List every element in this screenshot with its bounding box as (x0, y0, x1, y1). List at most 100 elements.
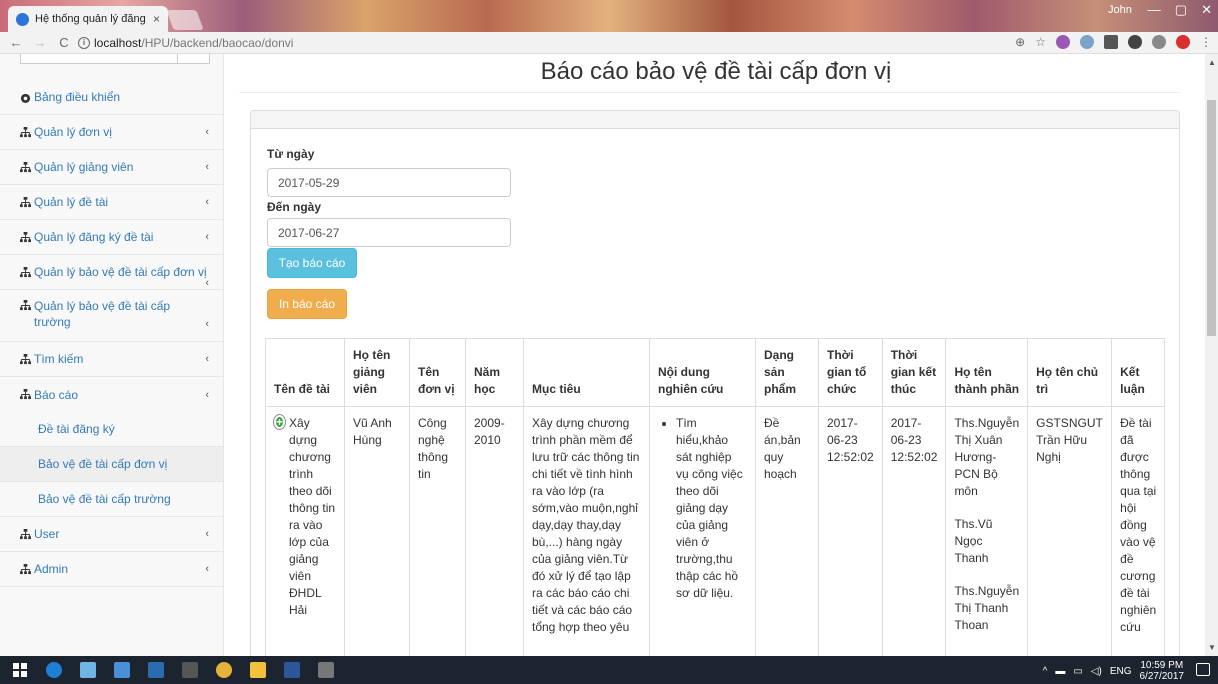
notifications-icon[interactable] (1196, 663, 1210, 676)
sidebar-item-lecturers[interactable]: Quản lý giảng viên ‹ (0, 150, 223, 185)
scroll-up-icon[interactable]: ▲ (1208, 58, 1216, 67)
sidebar-subitem-school-defense-report[interactable]: Bảo vệ đề tài cấp trường (0, 482, 223, 517)
maximize-icon[interactable]: ▢ (1175, 2, 1187, 18)
sidebar-item-label: Tìm kiếm (34, 352, 84, 366)
sitemap-icon (20, 266, 31, 277)
column-header[interactable]: Họ tên chủ trì (1027, 338, 1113, 407)
sidebar-item-admin[interactable]: Admin ‹ (0, 552, 223, 587)
sidebar-subitem-label: Đề tài đăng ký (38, 422, 115, 436)
close-window-icon[interactable]: ✕ (1201, 2, 1212, 18)
column-header[interactable]: Năm học (465, 338, 524, 407)
app-icon[interactable] (80, 662, 96, 678)
sitemap-icon (20, 563, 31, 574)
column-header[interactable]: Dạng sản phẩm (755, 338, 819, 407)
clock[interactable]: 10:59 PM 6/27/2017 (1140, 660, 1185, 682)
window-controls: — ▢ ✕ (1148, 2, 1212, 18)
scrollbar-thumb[interactable] (1207, 100, 1216, 336)
sidebar-item-reports[interactable]: Báo cáo ‹ (0, 377, 223, 412)
taskbar: ^ ▬ ▭ ◁) ENG 10:59 PM 6/27/2017 (0, 656, 1218, 684)
sidebar-item-school-defense[interactable]: Quản lý bảo vệ đề tài cấp trường ‹ (0, 290, 223, 342)
print-report-button[interactable]: In báo cáo (267, 289, 347, 319)
sitemap-icon (20, 528, 31, 539)
window-user[interactable]: John (1108, 4, 1132, 16)
create-report-button[interactable]: Tạo báo cáo (267, 248, 357, 278)
sidebar-item-search[interactable]: Tìm kiếm ‹ (0, 342, 223, 377)
extension-icon[interactable] (1128, 35, 1142, 49)
sidebar-item-dashboard[interactable]: Bảng điều khiển (0, 80, 223, 115)
column-header[interactable]: Thời gian kết thúc (881, 338, 947, 407)
menu-icon[interactable]: ⋮ (1200, 35, 1212, 49)
volume-icon[interactable]: ◁) (1091, 666, 1102, 677)
sidebar-subitem-unit-defense-report[interactable]: Bảo vệ đề tài cấp đơn vị (0, 447, 223, 482)
zoom-icon[interactable]: ⊕ (1015, 35, 1025, 49)
language-indicator[interactable]: ENG (1110, 666, 1132, 677)
report-table: Tên đề tài Họ tên giảng viên Tên đơn vị … (265, 338, 1166, 656)
chevron-up-icon[interactable]: ^ (1043, 666, 1048, 677)
expand-row-icon[interactable]: + (274, 415, 286, 429)
sidebar-search[interactable] (20, 54, 210, 64)
star-icon[interactable]: ☆ (1035, 35, 1046, 49)
sidebar-item-topic-registration[interactable]: Quản lý đăng ký đề tài ‹ (0, 220, 223, 255)
sidebar-subitem-registered-topics[interactable]: Đề tài đăng ký (0, 412, 223, 447)
sidebar-item-label: Bảng điều khiển (34, 90, 121, 104)
vertical-scrollbar[interactable]: ▲ ▼ (1205, 54, 1218, 656)
extension-icon[interactable] (1152, 35, 1166, 49)
extension-icon[interactable] (1080, 35, 1094, 49)
network-icon[interactable]: ▭ (1073, 666, 1082, 677)
column-header[interactable]: Tên đơn vị (409, 338, 466, 407)
app-icon[interactable] (318, 662, 334, 678)
cell-objective: Xây dựng chương trình phần mềm để lưu tr… (523, 406, 650, 656)
sidebar-item-user[interactable]: User ‹ (0, 517, 223, 552)
minimize-icon[interactable]: — (1148, 2, 1161, 18)
browser-tab-bar: Hệ thống quản lý đăng k × John — ▢ ✕ (0, 0, 1218, 32)
to-date-input[interactable]: 2017-06-27 (267, 218, 511, 247)
app-icon[interactable] (182, 662, 198, 678)
adblock-icon[interactable] (1176, 35, 1190, 49)
reload-icon[interactable]: C (56, 35, 72, 50)
column-header[interactable]: Kết luận (1111, 338, 1166, 407)
word-icon[interactable] (284, 662, 300, 678)
column-header[interactable]: Mục tiêu (523, 338, 650, 407)
sidebar-item-units[interactable]: Quản lý đơn vị ‹ (0, 115, 223, 150)
search-button[interactable] (177, 54, 209, 63)
new-tab-button[interactable] (166, 10, 204, 30)
chrome-icon[interactable] (216, 662, 232, 678)
tab-close-icon[interactable]: × (153, 12, 160, 26)
from-date-input[interactable]: 2017-05-29 (267, 168, 511, 197)
cell-topic-name: + Xây dựng chương trình theo dõi thông t… (265, 406, 345, 656)
app-icon[interactable] (148, 662, 164, 678)
cell-members: Ths.Nguyễn Thị Xuân Hương-PCN Bộ môn Ths… (945, 406, 1029, 656)
panel-heading (251, 111, 1179, 129)
mail-icon[interactable] (114, 662, 130, 678)
site-info-icon[interactable]: i (78, 37, 90, 49)
file-explorer-icon[interactable] (250, 662, 266, 678)
column-header[interactable]: Thời gian tổ chức (818, 338, 883, 407)
battery-icon[interactable]: ▬ (1055, 666, 1065, 677)
browser-tab[interactable]: Hệ thống quản lý đăng k × (8, 6, 168, 32)
column-header[interactable]: Nội dung nghiên cứu (649, 338, 756, 407)
forward-icon[interactable]: → (32, 35, 48, 50)
sidebar-item-label: User (34, 527, 60, 541)
extension-icon[interactable] (1104, 35, 1118, 49)
sitemap-icon (20, 353, 31, 364)
column-header[interactable]: Tên đề tài (265, 338, 345, 407)
extension-icon[interactable] (1056, 35, 1070, 49)
sidebar-item-topics[interactable]: Quản lý đề tài ‹ (0, 185, 223, 220)
chevron-left-icon: ‹ (205, 353, 209, 365)
table-row: + Xây dựng chương trình theo dõi thông t… (265, 406, 1166, 656)
edge-icon[interactable] (46, 662, 62, 678)
url-field[interactable]: i localhost/HPU/backend/baocao/donvi (78, 34, 1078, 52)
sitemap-icon (20, 300, 31, 311)
column-header[interactable]: Họ tên thành phần (945, 338, 1029, 407)
sidebar-item-unit-defense[interactable]: Quản lý bảo vệ đề tài cấp đơn vị ‹ (0, 255, 223, 290)
windows-start-icon[interactable] (12, 662, 28, 678)
report-panel: Từ ngày 2017-05-29 Đến ngày 2017-06-27 T… (250, 110, 1180, 656)
dashboard-icon (20, 93, 31, 103)
back-icon[interactable]: ← (8, 35, 24, 50)
scroll-down-icon[interactable]: ▼ (1208, 643, 1216, 652)
cell-research-content: Tìm hiểu,khảo sát nghiệp vụ công việc th… (649, 406, 756, 656)
cell-unit: Công nghệ thông tin (409, 406, 466, 656)
column-header[interactable]: Họ tên giảng viên (344, 338, 410, 407)
member-name: Ths.Nguyễn Thị Thanh Thoan (954, 584, 1020, 632)
sitemap-icon (20, 196, 31, 207)
